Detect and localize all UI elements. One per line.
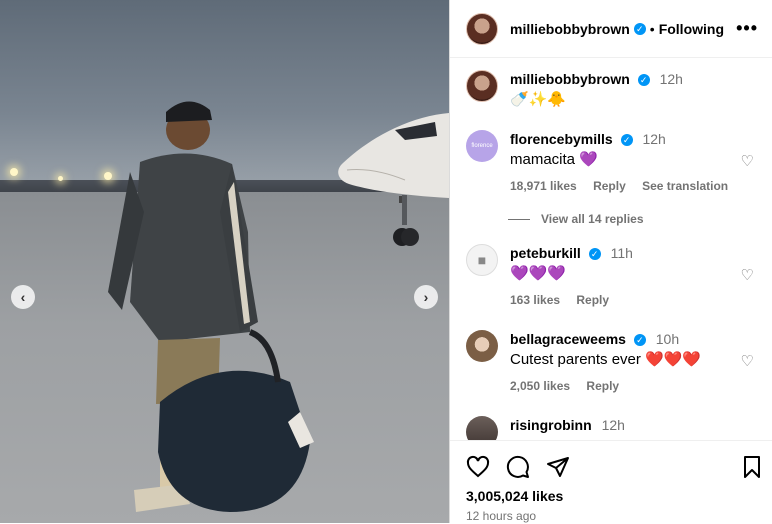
comment-item: risingrobinn 12h xyxy=(466,416,758,440)
verified-badge-icon: ✓ xyxy=(633,22,646,35)
commenter-avatar[interactable] xyxy=(466,330,498,362)
comment-reply-button[interactable]: Reply xyxy=(593,179,626,193)
comment-time: 12h xyxy=(642,131,666,147)
replies-line xyxy=(508,218,530,220)
verified-badge-icon: ✓ xyxy=(633,334,646,347)
runway-light xyxy=(58,176,63,181)
post-panel: milliebobbybrown ✓ • Following ••• milli… xyxy=(449,0,772,523)
caption: milliebobbybrown ✓ 12h 🍼✨🐥 xyxy=(466,70,758,110)
likes-count[interactable]: 3,005,024 likes xyxy=(466,488,563,504)
caption-time: 12h xyxy=(659,71,683,87)
comment-text: 💜💜💜 xyxy=(510,265,567,282)
comment-like-heart-icon[interactable]: ♡ xyxy=(741,352,754,370)
comment-icon[interactable] xyxy=(506,455,530,479)
following-button[interactable]: Following xyxy=(659,21,724,37)
person-with-car-seat xyxy=(108,101,314,512)
view-replies[interactable]: View all 14 replies xyxy=(508,212,644,226)
verified-badge-icon: ✓ xyxy=(588,248,601,261)
comment-item: florence florencebymills ✓ 12h mamacita … xyxy=(466,130,758,193)
share-icon[interactable] xyxy=(546,455,570,479)
comment-username[interactable]: bellagraceweems xyxy=(510,331,626,347)
commenter-avatar[interactable]: florence xyxy=(466,130,498,162)
verified-badge-icon: ✓ xyxy=(637,74,650,87)
post-photo: ‹ › xyxy=(0,0,449,523)
author-avatar[interactable] xyxy=(466,70,498,102)
post-header: milliebobbybrown ✓ • Following ••• xyxy=(450,0,772,58)
separator-dot: • xyxy=(649,20,655,37)
bookmark-icon[interactable] xyxy=(740,455,764,479)
verified-badge-icon: ✓ xyxy=(620,134,633,147)
comment-like-heart-icon[interactable]: ♡ xyxy=(741,152,754,170)
comment-item: ■ peteburkill ✓ 11h 💜💜💜 163 likes Reply … xyxy=(466,244,758,307)
commenter-avatar[interactable] xyxy=(466,416,498,440)
comment-username[interactable]: florencebymills xyxy=(510,131,613,147)
comment-username[interactable]: peteburkill xyxy=(510,245,581,261)
comment-likes[interactable]: 18,971 likes xyxy=(510,179,577,193)
author-avatar[interactable] xyxy=(466,12,498,45)
next-photo-button[interactable]: › xyxy=(414,285,438,309)
comment-time: 12h xyxy=(601,417,625,433)
comment-text: Cutest parents ever ❤️❤️❤️ xyxy=(510,351,702,368)
comment-reply-button[interactable]: Reply xyxy=(576,293,609,307)
comment-username[interactable]: risingrobinn xyxy=(510,417,592,433)
comment-item: bellagraceweems ✓ 10h Cutest parents eve… xyxy=(466,330,758,393)
comment-like-heart-icon[interactable]: ♡ xyxy=(741,266,754,284)
see-translation-button[interactable]: See translation xyxy=(642,179,728,193)
more-options-icon[interactable]: ••• xyxy=(736,18,758,39)
landing-gear xyxy=(393,195,419,246)
comment-text: mamacita 💜 xyxy=(510,151,598,168)
comment-reply-button[interactable]: Reply xyxy=(586,379,619,393)
caption-text: 🍼✨🐥 xyxy=(510,91,567,108)
comment-likes[interactable]: 2,050 likes xyxy=(510,379,570,393)
commenter-avatar[interactable]: ■ xyxy=(466,244,498,276)
comments-list: milliebobbybrown ✓ 12h 🍼✨🐥 florence flor… xyxy=(450,58,772,440)
heart-icon[interactable] xyxy=(466,455,490,479)
view-replies-label: View all 14 replies xyxy=(541,212,644,226)
runway-light xyxy=(10,168,18,176)
post-actions: 3,005,024 likes 12 hours ago xyxy=(450,440,772,524)
comment-time: 11h xyxy=(610,245,633,261)
comment-time: 10h xyxy=(655,331,680,347)
author-username[interactable]: milliebobbybrown xyxy=(510,21,630,37)
caption-username[interactable]: milliebobbybrown xyxy=(510,71,630,87)
private-jet xyxy=(338,113,449,203)
comment-likes[interactable]: 163 likes xyxy=(510,293,560,307)
prev-photo-button[interactable]: ‹ xyxy=(11,285,35,309)
posted-time: 12 hours ago xyxy=(466,509,537,523)
